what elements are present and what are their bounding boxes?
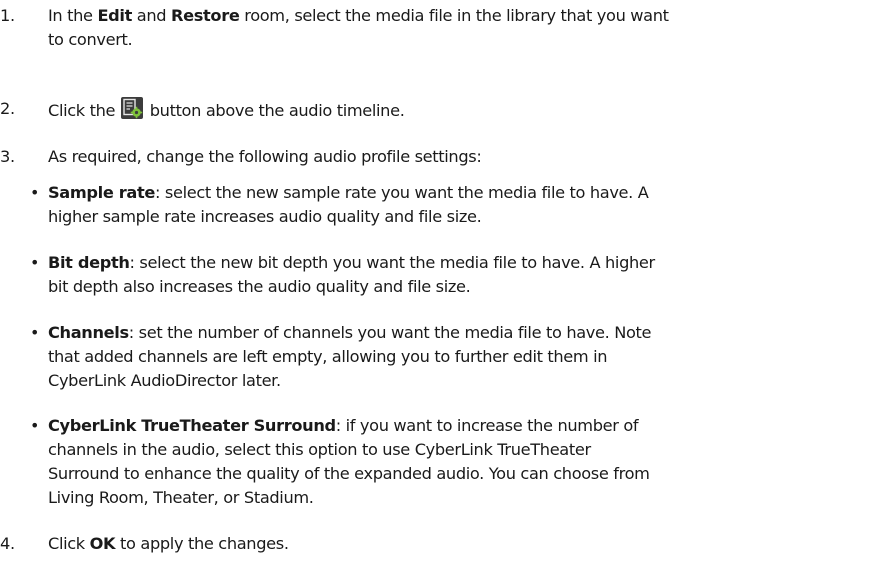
step-number: 2.: [0, 99, 15, 118]
channels-label: Channels: [48, 323, 129, 342]
ok-label: OK: [89, 534, 116, 553]
step-text-part: Click: [48, 534, 90, 553]
step-text: In the Edit and Restore room, select the…: [48, 4, 870, 52]
bullet-text-part: CyberLink AudioDirector later.: [48, 371, 281, 390]
edit-room-label: Edit: [97, 6, 132, 25]
step-text-part: button above the audio timeline.: [144, 101, 405, 120]
restore-room-label: Restore: [171, 6, 240, 25]
bullet-text-part: Living Room, Theater, or Stadium.: [48, 488, 314, 507]
step-text-part: and: [132, 6, 171, 25]
step-text: Click the button above the audio timelin…: [48, 97, 870, 123]
step-text-part: room, select the media file in the libra…: [239, 6, 669, 25]
bullet-text-part: bit depth also increases the audio quali…: [48, 277, 471, 296]
bullet-text: Channels: set the number of channels you…: [48, 321, 870, 393]
audio-profile-settings-icon: [120, 97, 143, 119]
truetheater-surround-label: CyberLink TrueTheater Surround: [48, 416, 336, 435]
step-text-part: to convert.: [48, 30, 133, 49]
bullet-dot: •: [30, 183, 40, 202]
bullet-dot: •: [30, 253, 40, 272]
bullet-text-part: that added channels are left empty, allo…: [48, 347, 608, 366]
step-number: 4.: [0, 534, 15, 553]
bullet-text-part: : set the number of channels you want th…: [128, 323, 652, 342]
bullet-text-part: : select the new bit depth you want the …: [129, 253, 656, 272]
bullet-text-part: : if you want to increase the number of: [335, 416, 639, 435]
document-page: 1. In the Edit and Restore room, select …: [0, 0, 883, 582]
step-number: 3.: [0, 147, 15, 166]
bullet-dot: •: [30, 416, 40, 435]
bullet-text-part: higher sample rate increases audio quali…: [48, 207, 482, 226]
bit-depth-label: Bit depth: [48, 253, 130, 272]
step-text-part: to apply the changes.: [115, 534, 289, 553]
bullet-text: Sample rate: select the new sample rate …: [48, 181, 870, 229]
bullet-text-part: channels in the audio, select this optio…: [48, 440, 591, 459]
step-text: As required, change the following audio …: [48, 147, 482, 166]
bullet-text-part: Surround to enhance the quality of the e…: [48, 464, 650, 483]
step-text-part: Click the: [48, 101, 120, 120]
step-text: Click OK to apply the changes.: [48, 532, 870, 556]
sample-rate-label: Sample rate: [48, 183, 155, 202]
bullet-text: Bit depth: select the new bit depth you …: [48, 251, 870, 299]
bullet-dot: •: [30, 323, 40, 342]
bullet-text-part: : select the new sample rate you want th…: [154, 183, 649, 202]
bullet-text: CyberLink TrueTheater Surround: if you w…: [48, 414, 870, 510]
step-number: 1.: [0, 6, 15, 25]
step-text-part: In the: [48, 6, 98, 25]
